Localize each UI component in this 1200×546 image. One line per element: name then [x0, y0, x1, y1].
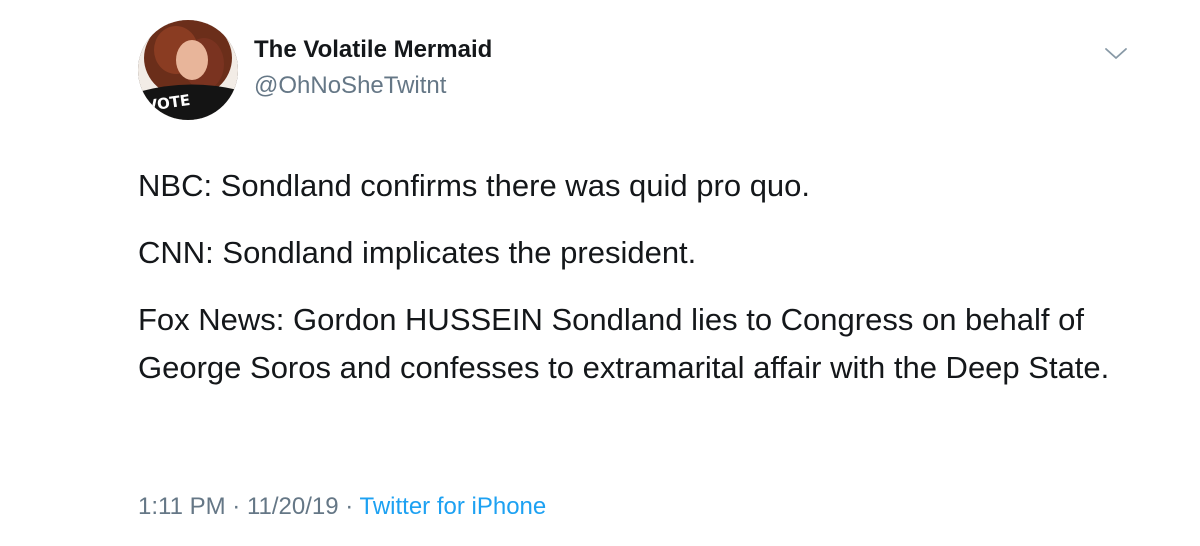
- tweet-line-cnn: CNN: Sondland implicates the president.: [138, 235, 697, 270]
- chevron-down-icon[interactable]: [1104, 46, 1128, 62]
- tweet-text: NBC: Sondland confirms there was quid pr…: [138, 162, 1148, 411]
- avatar-image: VOTE: [138, 20, 238, 120]
- tweet-line-nbc: NBC: Sondland confirms there was quid pr…: [138, 168, 811, 203]
- meta-separator: ·: [338, 493, 360, 520]
- tweet-meta: 1:11 PM · 11/20/19 · Twitter for iPhone: [138, 493, 546, 521]
- tweet-source-link[interactable]: Twitter for iPhone: [359, 493, 546, 520]
- meta-separator: ·: [225, 493, 247, 520]
- tweet-time[interactable]: 1:11 PM: [138, 493, 226, 520]
- tweet-date[interactable]: 11/20/19: [247, 493, 339, 520]
- display-name[interactable]: The Volatile Mermaid: [254, 36, 492, 64]
- avatar[interactable]: VOTE: [138, 20, 238, 120]
- user-handle[interactable]: @OhNoSheTwitnt: [254, 72, 446, 100]
- tweet-card: VOTE The Volatile Mermaid @OhNoSheTwitnt…: [0, 0, 1200, 546]
- tweet-line-fox: Fox News: Gordon HUSSEIN Sondland lies t…: [138, 302, 1110, 385]
